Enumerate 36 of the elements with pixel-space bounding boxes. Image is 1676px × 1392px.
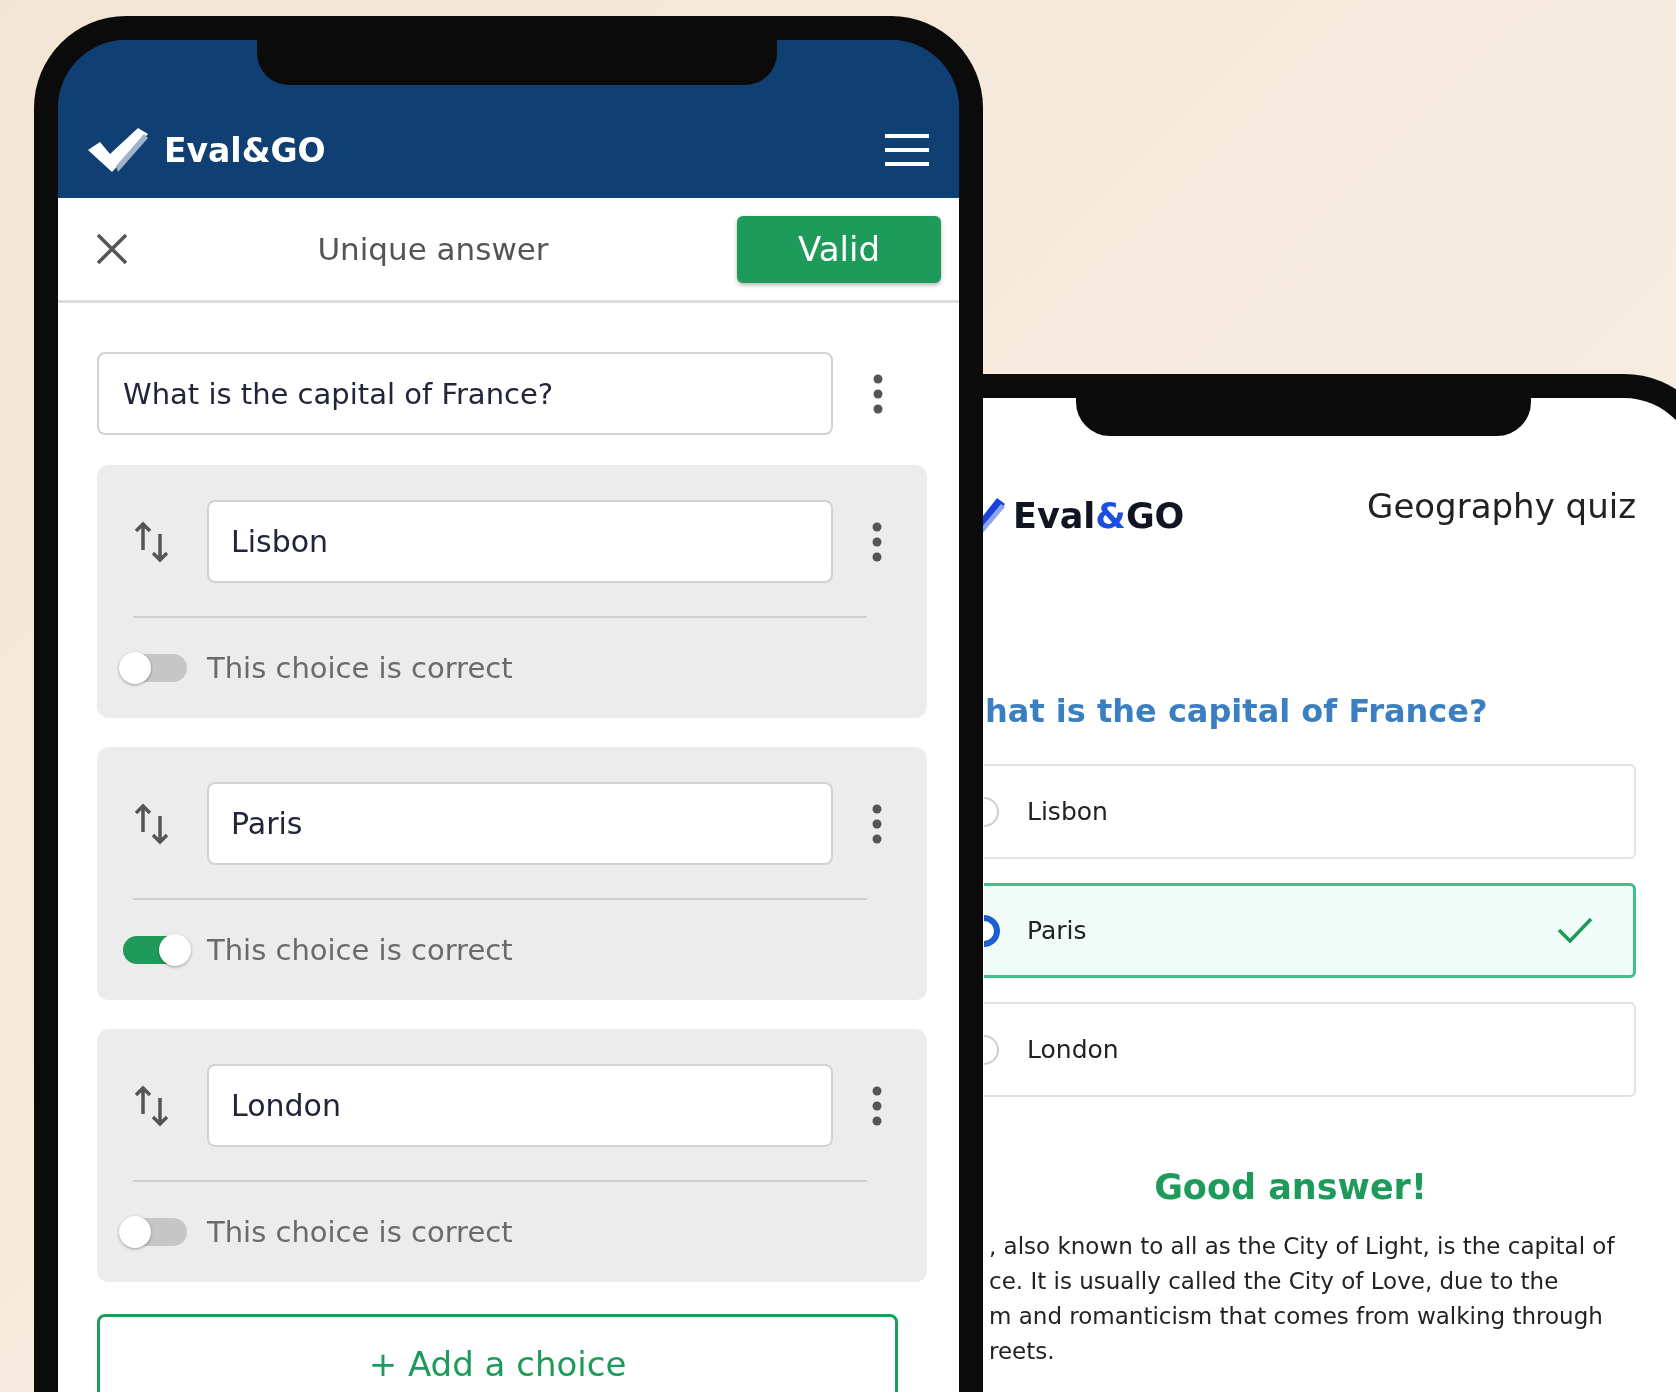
quiz-title: Geography quiz	[1367, 486, 1636, 526]
screen-title: Unique answer	[316, 231, 550, 267]
more-icon[interactable]	[872, 803, 882, 844]
close-icon[interactable]	[95, 232, 129, 266]
answer-option[interactable]: Lisbon	[984, 764, 1636, 859]
sort-icon[interactable]	[133, 1083, 171, 1128]
brand-name: Eval&GO	[1013, 496, 1185, 536]
toggle-label: This choice is correct	[207, 933, 513, 967]
answer-option[interactable]: Paris	[984, 883, 1636, 978]
toggle-label: This choice is correct	[207, 651, 513, 685]
sort-icon[interactable]	[133, 519, 171, 564]
toggle-label: This choice is correct	[207, 1215, 513, 1249]
more-icon[interactable]	[872, 521, 882, 562]
choice-input-field[interactable]: London	[207, 1064, 833, 1147]
radio-button[interactable]	[984, 913, 1001, 948]
question-text: hat is the capital of France?	[985, 692, 1489, 730]
option-label: London	[1027, 1035, 1119, 1064]
choice-input-field[interactable]: Lisbon	[207, 500, 833, 583]
more-icon[interactable]	[872, 1085, 882, 1126]
valid-button[interactable]: Valid	[737, 215, 941, 283]
choice-input-field[interactable]: Paris	[207, 782, 833, 865]
explanation-paragraph: , also known to all as the City of Light, is the capital of ce. It is usually called the City of Love, due to the m and romanticism that comes from walking through reets.	[989, 1232, 1615, 1366]
feedback-text: Good answer!	[1153, 1167, 1428, 1207]
radio-button[interactable]	[984, 794, 1001, 829]
answer-option[interactable]: London	[984, 1002, 1636, 1097]
question-input-field[interactable]: What is the capital of France?	[97, 352, 833, 435]
sort-icon[interactable]	[133, 801, 171, 846]
checkmark-logo-icon	[86, 126, 150, 174]
more-icon[interactable]	[873, 373, 883, 414]
brand-name: Eval&GO	[164, 130, 326, 170]
add-choice-button[interactable]: + Add a choice	[97, 1314, 898, 1392]
radio-button[interactable]	[984, 1032, 1001, 1067]
menu-icon[interactable]	[885, 134, 929, 166]
option-label: Paris	[1027, 916, 1087, 945]
option-label: Lisbon	[1027, 797, 1108, 826]
checkmark-icon	[1557, 916, 1593, 944]
